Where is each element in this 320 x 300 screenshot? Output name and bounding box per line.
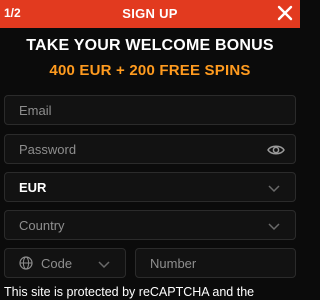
globe-icon [19, 256, 33, 270]
close-icon[interactable] [276, 4, 294, 22]
chevron-down-icon [267, 181, 281, 195]
email-placeholder: Email [19, 103, 52, 118]
email-field[interactable]: Email [4, 95, 296, 125]
chevron-down-icon [267, 219, 281, 233]
phone-number-field[interactable]: Number [135, 248, 296, 278]
bonus-offer: 400 EUR + 200 FREE SPINS [49, 62, 251, 79]
page-title: SIGN UP [122, 6, 178, 21]
eye-icon[interactable] [267, 142, 285, 158]
number-placeholder: Number [150, 256, 197, 271]
bonus-title: TAKE YOUR WELCOME BONUS [26, 37, 274, 54]
currency-value: EUR [19, 180, 47, 195]
country-select[interactable]: Country [4, 210, 296, 240]
password-placeholder: Password [19, 142, 77, 157]
code-placeholder: Code [41, 256, 73, 271]
header-bar: 1/2 SIGN UP [0, 0, 300, 28]
currency-select[interactable]: EUR [4, 172, 296, 202]
phone-code-select[interactable]: Code [4, 248, 126, 278]
country-placeholder: Country [19, 218, 65, 233]
password-field[interactable]: Password [4, 134, 296, 164]
chevron-down-icon [97, 257, 111, 271]
recaptcha-notice: This site is protected by reCAPTCHA and … [4, 285, 255, 299]
